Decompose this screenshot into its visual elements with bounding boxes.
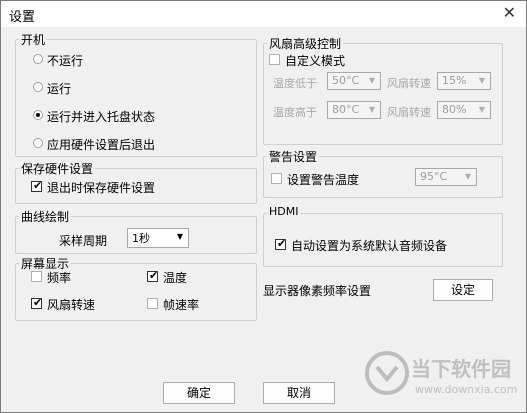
alarm-legend: 警告设置 <box>267 148 320 165</box>
select-value: 95°C <box>420 170 448 183</box>
display-framerate-checkbox[interactable] <box>147 298 158 309</box>
fan-speed-low-label: 风扇转速 <box>387 77 431 90</box>
dropdown-arrow-icon[interactable]: ▼ <box>366 75 378 87</box>
startup-legend: 开机 <box>19 31 48 48</box>
select-value: 1秒 <box>132 232 150 245</box>
dropdown-arrow-icon[interactable]: ▼ <box>476 104 488 116</box>
radio-button-selected[interactable] <box>33 110 43 120</box>
hdmi-audio-label: 自动设置为系统默认音频设备 <box>291 239 448 253</box>
hdmi-legend: HDMI <box>267 205 301 218</box>
set-refresh-button[interactable]: 设定 <box>433 279 493 301</box>
settings-dialog: 设置 ✕ 开机 不运行 运行 运行并进入托盘状态 应用硬件设置后退出 保存硬件设… <box>0 0 527 413</box>
save-hw-checkbox[interactable]: ✔ <box>31 179 43 192</box>
display-framerate-label: 帧速率 <box>163 298 200 312</box>
temp-low-select[interactable]: 50°C ▼ <box>327 72 381 90</box>
dropdown-arrow-icon[interactable]: ▼ <box>174 231 186 243</box>
startup-option-label: 运行并进入托盘状态 <box>47 110 156 124</box>
dropdown-arrow-icon[interactable]: ▼ <box>462 171 474 183</box>
temp-high-select[interactable]: 80°C ▼ <box>327 101 381 119</box>
alarm-temp-select[interactable]: 95°C ▼ <box>415 168 477 186</box>
sampling-period-select[interactable]: 1秒 ▼ <box>127 228 189 248</box>
select-value: 80% <box>442 103 467 116</box>
custom-mode-checkbox[interactable] <box>269 54 280 65</box>
custom-mode-label: 自定义模式 <box>285 54 346 68</box>
startup-option-label: 运行 <box>47 82 72 96</box>
save-hw-legend: 保存硬件设置 <box>19 160 96 177</box>
fan-control-legend: 风扇高级控制 <box>267 35 344 52</box>
watermark-title: 当下软件园 <box>411 357 511 381</box>
sampling-period-label: 采样周期 <box>59 234 108 248</box>
checkmark-icon: ✔ <box>33 296 43 309</box>
close-icon[interactable]: ✕ <box>503 3 516 22</box>
hdmi-audio-checkbox[interactable]: ✔ <box>275 237 287 250</box>
radio-button[interactable] <box>33 54 43 64</box>
watermark-url: www.downxia.com <box>415 383 518 396</box>
fan-speed-low-select[interactable]: 15% ▼ <box>437 72 491 90</box>
select-value: 15% <box>442 74 467 87</box>
temp-low-label: 温度低于 <box>273 77 317 90</box>
radio-button[interactable] <box>33 138 43 148</box>
curve-legend: 曲线绘制 <box>19 208 72 225</box>
ok-button[interactable]: 确定 <box>163 382 235 404</box>
cancel-button[interactable]: 取消 <box>263 382 335 404</box>
checkmark-icon: ✔ <box>277 237 287 250</box>
save-hw-label: 退出时保存硬件设置 <box>47 181 156 195</box>
refresh-rate-label: 显示器像素频率设置 <box>263 284 372 298</box>
display-temperature-label: 温度 <box>163 271 188 285</box>
display-fan-speed-checkbox[interactable]: ✔ <box>31 296 43 309</box>
radio-button[interactable] <box>33 82 43 92</box>
startup-option-label: 应用硬件设置后退出 <box>47 138 156 152</box>
radio-dot <box>36 113 40 117</box>
checkmark-icon: ✔ <box>149 269 159 282</box>
fan-speed-high-label: 风扇转速 <box>387 106 431 119</box>
dropdown-arrow-icon[interactable]: ▼ <box>476 75 488 87</box>
fan-speed-high-select[interactable]: 80% ▼ <box>437 101 491 119</box>
display-temperature-checkbox[interactable]: ✔ <box>147 269 159 282</box>
select-value: 80°C <box>332 103 360 116</box>
window-title: 设置 <box>9 10 36 25</box>
display-frequency-label: 频率 <box>47 271 72 285</box>
dropdown-arrow-icon[interactable]: ▼ <box>366 104 378 116</box>
alarm-temp-label: 设置警告温度 <box>287 173 360 187</box>
checkmark-icon: ✔ <box>33 179 43 192</box>
alarm-temp-checkbox[interactable] <box>271 173 282 184</box>
watermark-logo: 当下软件园 www.downxia.com <box>361 349 521 409</box>
startup-option-label: 不运行 <box>47 54 84 68</box>
display-fan-speed-label: 风扇转速 <box>47 298 96 312</box>
select-value: 50°C <box>332 74 360 87</box>
temp-high-label: 温度高于 <box>273 106 317 119</box>
title-bar: 设置 ✕ <box>1 1 526 27</box>
display-frequency-checkbox[interactable] <box>31 271 42 282</box>
